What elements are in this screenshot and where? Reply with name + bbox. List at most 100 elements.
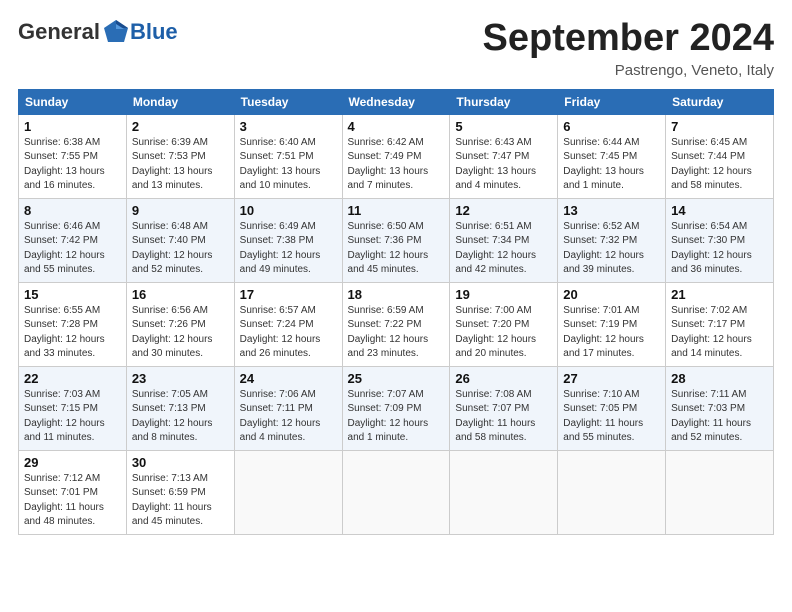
day-number: 4 xyxy=(348,119,445,134)
table-cell: 20Sunrise: 7:01 AM Sunset: 7:19 PM Dayli… xyxy=(558,282,666,366)
day-info: Sunrise: 7:12 AM Sunset: 7:01 PM Dayligh… xyxy=(24,472,121,530)
col-tuesday: Tuesday xyxy=(234,89,342,114)
table-cell: 17 Sunrise: 6:57 AM Sunset: 7:24 PM Dayli… xyxy=(234,282,342,366)
table-cell: 2 Sunrise: 6:39 AM Sunset: 7:53 PM Daylig… xyxy=(126,114,234,198)
table-cell: 5 Sunrise: 6:43 AM Sunset: 7:47 PM Daylig… xyxy=(450,114,558,198)
day-info: Sunrise: 7:01 AM Sunset: 7:19 PM Dayligh… xyxy=(563,304,660,362)
table-cell: 12 Sunrise: 6:51 AM Sunset: 7:34 PM Dayli… xyxy=(450,198,558,282)
day-number: 5 xyxy=(455,119,552,134)
day-info: Sunrise: 7:10 AM Sunset: 7:05 PM Dayligh… xyxy=(563,388,660,446)
table-cell: 25 Sunrise: 7:07 AM Sunset: 7:09 PM Dayli… xyxy=(342,366,450,450)
day-info: Sunrise: 6:46 AM Sunset: 7:42 PM Dayligh… xyxy=(24,220,121,278)
day-number: 14 xyxy=(671,203,768,218)
logo-general-text: General xyxy=(18,19,100,45)
day-info: Sunrise: 6:57 AM Sunset: 7:24 PM Dayligh… xyxy=(240,304,337,362)
day-number: 11 xyxy=(348,203,445,218)
col-sunday: Sunday xyxy=(19,89,127,114)
table-cell: 30Sunrise: 7:13 AM Sunset: 6:59 PM Dayli… xyxy=(126,450,234,534)
day-number: 7 xyxy=(671,119,768,134)
day-info: Sunrise: 6:54 AM Sunset: 7:30 PM Dayligh… xyxy=(671,220,768,278)
table-cell: 14 Sunrise: 6:54 AM Sunset: 7:30 PM Dayli… xyxy=(666,198,774,282)
day-number: 13 xyxy=(563,203,660,218)
day-number: 22 xyxy=(24,371,121,386)
day-number: 29 xyxy=(24,455,121,470)
logo-blue-text: Blue xyxy=(130,19,178,45)
logo: General Blue xyxy=(18,18,178,46)
table-cell: 4 Sunrise: 6:42 AM Sunset: 7:49 PM Daylig… xyxy=(342,114,450,198)
day-info: Sunrise: 6:44 AM Sunset: 7:45 PM Dayligh… xyxy=(563,136,660,194)
day-number: 2 xyxy=(132,119,229,134)
header: General Blue September 2024 Pastrengo, V… xyxy=(18,18,774,79)
day-number: 25 xyxy=(348,371,445,386)
day-number: 26 xyxy=(455,371,552,386)
day-info: Sunrise: 7:06 AM Sunset: 7:11 PM Dayligh… xyxy=(240,388,337,446)
day-info: Sunrise: 7:03 AM Sunset: 7:15 PM Dayligh… xyxy=(24,388,121,446)
day-number: 1 xyxy=(24,119,121,134)
day-number: 9 xyxy=(132,203,229,218)
page: General Blue September 2024 Pastrengo, V… xyxy=(0,0,792,545)
day-number: 10 xyxy=(240,203,337,218)
table-cell: 29 Sunrise: 7:12 AM Sunset: 7:01 PM Dayli… xyxy=(19,450,127,534)
day-number: 3 xyxy=(240,119,337,134)
day-info: Sunrise: 6:38 AM Sunset: 7:55 PM Dayligh… xyxy=(24,136,121,194)
day-info: Sunrise: 6:59 AM Sunset: 7:22 PM Dayligh… xyxy=(348,304,445,362)
col-monday: Monday xyxy=(126,89,234,114)
table-cell xyxy=(342,450,450,534)
table-cell: 27 Sunrise: 7:10 AM Sunset: 7:05 PM Dayli… xyxy=(558,366,666,450)
day-number: 8 xyxy=(24,203,121,218)
week-row-4: 22 Sunrise: 7:03 AM Sunset: 7:15 PM Dayli… xyxy=(19,366,774,450)
day-info: Sunrise: 6:45 AM Sunset: 7:44 PM Dayligh… xyxy=(671,136,768,194)
day-info: Sunrise: 7:08 AM Sunset: 7:07 PM Dayligh… xyxy=(455,388,552,446)
day-info: Sunrise: 6:43 AM Sunset: 7:47 PM Dayligh… xyxy=(455,136,552,194)
table-cell: 23Sunrise: 7:05 AM Sunset: 7:13 PM Dayli… xyxy=(126,366,234,450)
day-info: Sunrise: 7:00 AM Sunset: 7:20 PM Dayligh… xyxy=(455,304,552,362)
day-info: Sunrise: 6:49 AM Sunset: 7:38 PM Dayligh… xyxy=(240,220,337,278)
day-info: Sunrise: 7:05 AM Sunset: 7:13 PM Dayligh… xyxy=(132,388,229,446)
day-number: 17 xyxy=(240,287,337,302)
day-info: Sunrise: 7:11 AM Sunset: 7:03 PM Dayligh… xyxy=(671,388,768,446)
day-info: Sunrise: 6:55 AM Sunset: 7:28 PM Dayligh… xyxy=(24,304,121,362)
day-info: Sunrise: 6:52 AM Sunset: 7:32 PM Dayligh… xyxy=(563,220,660,278)
week-row-1: 1 Sunrise: 6:38 AM Sunset: 7:55 PM Daylig… xyxy=(19,114,774,198)
col-friday: Friday xyxy=(558,89,666,114)
calendar: Sunday Monday Tuesday Wednesday Thursday… xyxy=(18,89,774,535)
day-number: 24 xyxy=(240,371,337,386)
day-info: Sunrise: 6:42 AM Sunset: 7:49 PM Dayligh… xyxy=(348,136,445,194)
day-info: Sunrise: 6:51 AM Sunset: 7:34 PM Dayligh… xyxy=(455,220,552,278)
table-cell: 28Sunrise: 7:11 AM Sunset: 7:03 PM Dayli… xyxy=(666,366,774,450)
day-number: 27 xyxy=(563,371,660,386)
week-row-5: 29 Sunrise: 7:12 AM Sunset: 7:01 PM Dayli… xyxy=(19,450,774,534)
col-saturday: Saturday xyxy=(666,89,774,114)
day-number: 16 xyxy=(132,287,229,302)
table-cell: 22 Sunrise: 7:03 AM Sunset: 7:15 PM Dayli… xyxy=(19,366,127,450)
location: Pastrengo, Veneto, Italy xyxy=(483,62,775,79)
col-wednesday: Wednesday xyxy=(342,89,450,114)
table-cell: 16 Sunrise: 6:56 AM Sunset: 7:26 PM Dayli… xyxy=(126,282,234,366)
table-cell xyxy=(558,450,666,534)
day-info: Sunrise: 6:40 AM Sunset: 7:51 PM Dayligh… xyxy=(240,136,337,194)
day-info: Sunrise: 6:56 AM Sunset: 7:26 PM Dayligh… xyxy=(132,304,229,362)
table-cell: 24 Sunrise: 7:06 AM Sunset: 7:11 PM Dayli… xyxy=(234,366,342,450)
day-number: 15 xyxy=(24,287,121,302)
logo-icon xyxy=(102,18,130,46)
day-info: Sunrise: 6:50 AM Sunset: 7:36 PM Dayligh… xyxy=(348,220,445,278)
table-cell: 13 Sunrise: 6:52 AM Sunset: 7:32 PM Dayli… xyxy=(558,198,666,282)
day-number: 12 xyxy=(455,203,552,218)
day-number: 18 xyxy=(348,287,445,302)
day-info: Sunrise: 7:07 AM Sunset: 7:09 PM Dayligh… xyxy=(348,388,445,446)
table-cell: 6 Sunrise: 6:44 AM Sunset: 7:45 PM Daylig… xyxy=(558,114,666,198)
table-cell: 10 Sunrise: 6:49 AM Sunset: 7:38 PM Dayli… xyxy=(234,198,342,282)
col-thursday: Thursday xyxy=(450,89,558,114)
day-number: 19 xyxy=(455,287,552,302)
table-cell: 15 Sunrise: 6:55 AM Sunset: 7:28 PM Dayli… xyxy=(19,282,127,366)
table-cell: 9Sunrise: 6:48 AM Sunset: 7:40 PM Daylig… xyxy=(126,198,234,282)
day-number: 6 xyxy=(563,119,660,134)
table-cell: 21Sunrise: 7:02 AM Sunset: 7:17 PM Dayli… xyxy=(666,282,774,366)
day-info: Sunrise: 6:39 AM Sunset: 7:53 PM Dayligh… xyxy=(132,136,229,194)
table-cell: 11 Sunrise: 6:50 AM Sunset: 7:36 PM Dayli… xyxy=(342,198,450,282)
table-cell xyxy=(450,450,558,534)
table-cell: 19 Sunrise: 7:00 AM Sunset: 7:20 PM Dayli… xyxy=(450,282,558,366)
table-cell: 26 Sunrise: 7:08 AM Sunset: 7:07 PM Dayli… xyxy=(450,366,558,450)
header-row: Sunday Monday Tuesday Wednesday Thursday… xyxy=(19,89,774,114)
day-number: 21 xyxy=(671,287,768,302)
